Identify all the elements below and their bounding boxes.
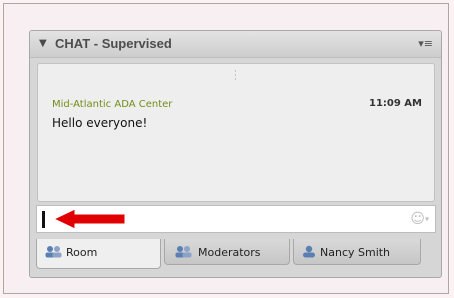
chat-tabs: Room Moderators Nancy Smith — [36, 239, 438, 271]
panel-title: CHAT - Supervised — [55, 36, 172, 51]
group-icon — [175, 246, 192, 258]
chat-input-field[interactable]: ☺▾ — [36, 205, 436, 233]
message-author: Mid-Atlantic ADA Center — [52, 99, 173, 110]
tab-moderators[interactable]: Moderators — [164, 239, 290, 265]
tab-room-label: Room — [66, 246, 98, 259]
person-icon — [303, 245, 315, 258]
tab-nancy-smith[interactable]: Nancy Smith — [293, 239, 421, 265]
text-cursor — [42, 211, 45, 228]
tab-room[interactable]: Room — [36, 239, 161, 269]
red-arrow-icon — [53, 208, 126, 230]
tab-moderators-label: Moderators — [198, 246, 261, 259]
tab-nancy-smith-label: Nancy Smith — [320, 246, 391, 259]
message-text: Hello everyone! — [52, 116, 148, 130]
resize-handle-icon[interactable]: · · · — [234, 68, 237, 85]
group-icon — [45, 246, 62, 258]
chat-titlebar[interactable]: ▼ CHAT - Supervised ▾≡ — [30, 31, 441, 58]
collapse-triangle-icon[interactable]: ▼ — [39, 38, 47, 49]
options-menu-icon[interactable]: ▾≡ — [418, 37, 433, 50]
message-time: 11:09 AM — [368, 98, 422, 109]
smiley-icon[interactable]: ☺▾ — [410, 211, 429, 227]
chat-panel: ▼ CHAT - Supervised ▾≡ · · · Mid-Atlantic … — [29, 30, 442, 278]
message-area[interactable]: · · · Mid-Atlantic ADA Center 11:09 AM Hel… — [37, 63, 435, 202]
